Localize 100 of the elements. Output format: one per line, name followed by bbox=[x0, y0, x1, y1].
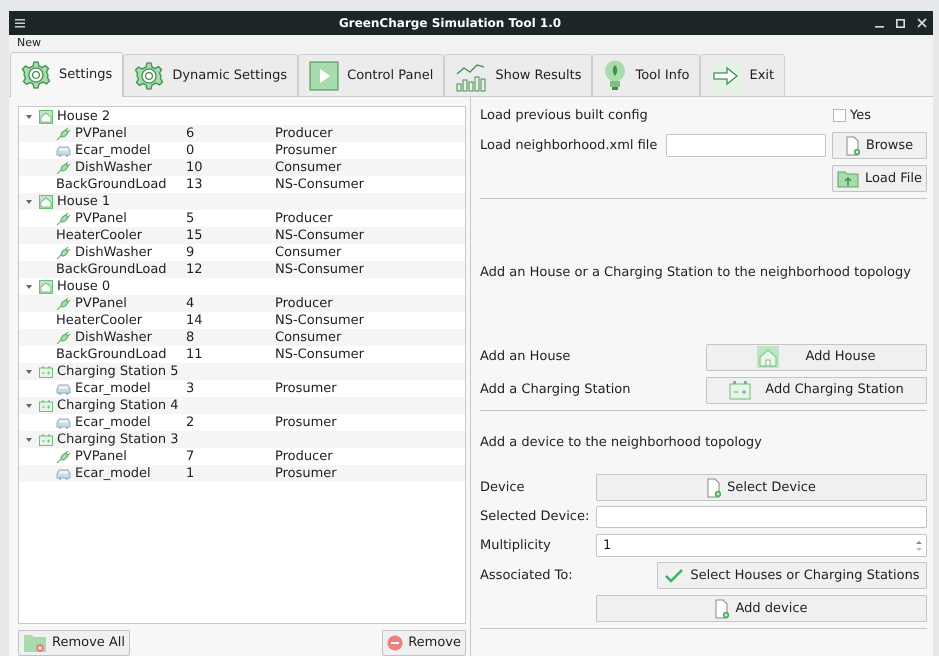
tree-item[interactable]: Ecar_model bbox=[75, 414, 151, 431]
selected-device-label: Selected Device: bbox=[480, 508, 590, 526]
tree-cell: Consumer bbox=[275, 244, 342, 261]
multiplicity-spinbox[interactable]: 1 bbox=[596, 534, 927, 557]
file-label: Load neighborhood.xml file bbox=[480, 136, 658, 155]
add-house-button[interactable]: Add House bbox=[706, 344, 927, 370]
tree-cell-text: 14 bbox=[186, 312, 204, 329]
maximize-icon[interactable] bbox=[896, 18, 905, 28]
folder-icon bbox=[23, 633, 47, 653]
plug-icon bbox=[56, 450, 71, 464]
tab[interactable]: Show Results bbox=[444, 54, 592, 96]
tree-item[interactable]: House 0 bbox=[57, 278, 110, 295]
load-file-button[interactable]: Load File bbox=[832, 165, 927, 192]
tree-cell: Producer bbox=[275, 210, 333, 227]
tree-item[interactable]: PVPanel bbox=[75, 210, 127, 227]
tree-item[interactable]: PVPanel bbox=[75, 295, 127, 312]
yes-checkbox[interactable]: Yes bbox=[833, 106, 927, 126]
tree-cell-text: 7 bbox=[186, 448, 196, 465]
tree-cell: NS-Consumer bbox=[275, 312, 364, 329]
tree-cell: Producer bbox=[275, 295, 333, 312]
tree-cell-text: 6 bbox=[186, 125, 196, 142]
expanded-arrow-icon[interactable] bbox=[25, 282, 33, 290]
tree-cell: NS-Consumer bbox=[275, 261, 364, 278]
tree-cell: Consumer bbox=[275, 159, 342, 176]
play-icon bbox=[309, 60, 340, 90]
plug-icon bbox=[56, 212, 71, 226]
car-icon bbox=[56, 382, 71, 394]
tree-item[interactable]: House 2 bbox=[57, 108, 110, 125]
tree-item[interactable]: DishWasher bbox=[75, 244, 152, 261]
tree-cell: Prosumer bbox=[275, 414, 337, 431]
remove-all-button[interactable]: Remove All bbox=[18, 630, 130, 656]
car-icon bbox=[56, 416, 71, 428]
section-heading: Add an House or a Charging Station to the neighborhood topology bbox=[480, 264, 912, 282]
plug-icon bbox=[56, 126, 71, 140]
minus-icon bbox=[387, 635, 404, 651]
folder-upload-icon bbox=[836, 170, 859, 188]
tree-item[interactable]: BackGroundLoad bbox=[56, 176, 167, 193]
tree-cell: Prosumer bbox=[275, 142, 337, 159]
add-charging-station-button[interactable]: Add Charging Station bbox=[706, 376, 927, 404]
tree-cell: Prosumer bbox=[275, 465, 337, 482]
device-label: Device bbox=[480, 478, 526, 497]
tree-item[interactable]: BackGroundLoad bbox=[56, 261, 167, 278]
tab[interactable]: Exit bbox=[700, 54, 786, 96]
battery-icon bbox=[39, 366, 53, 378]
house-label: Add an House bbox=[480, 348, 570, 366]
select-associations-button[interactable]: Select Houses or Charging Stations bbox=[657, 562, 927, 589]
tree-cell-text: 2 bbox=[186, 414, 196, 431]
tree-cell-text: 1 bbox=[186, 465, 196, 482]
tree-cell: Prosumer bbox=[275, 380, 337, 397]
config-label: Load previous built config bbox=[480, 106, 648, 125]
plug-icon bbox=[56, 160, 71, 174]
tab[interactable]: Dynamic Settings bbox=[123, 54, 298, 96]
car-icon bbox=[56, 468, 71, 480]
tree-item[interactable]: DishWasher bbox=[75, 329, 152, 346]
tree-item[interactable]: Ecar_model bbox=[75, 465, 151, 482]
plug-icon bbox=[56, 330, 71, 344]
tree-item[interactable]: DishWasher bbox=[75, 159, 152, 176]
car-icon bbox=[56, 144, 71, 156]
associated-label: Associated To: bbox=[480, 566, 573, 585]
expanded-arrow-icon[interactable] bbox=[25, 368, 33, 376]
battery-icon bbox=[729, 380, 752, 400]
tree-item[interactable]: HeaterCooler bbox=[56, 227, 142, 244]
tree-item[interactable]: PVPanel bbox=[75, 125, 127, 142]
tree-item[interactable]: House 1 bbox=[57, 193, 110, 210]
menu-item[interactable]: New bbox=[17, 35, 41, 52]
add-device-button[interactable]: Add device bbox=[596, 595, 927, 622]
menu-icon[interactable] bbox=[15, 18, 25, 28]
tree-cell: NS-Consumer bbox=[275, 176, 364, 193]
tab[interactable]: Control Panel bbox=[298, 54, 444, 96]
multiplicity-label: Multiplicity bbox=[480, 536, 552, 555]
tree-cell: Producer bbox=[275, 448, 333, 465]
tree-item[interactable]: Ecar_model bbox=[75, 380, 151, 397]
tree-cell-text: 10 bbox=[186, 159, 204, 176]
document-add-icon bbox=[715, 598, 730, 618]
select-device-button[interactable]: Select Device bbox=[596, 474, 927, 501]
tab[interactable]: Tool Info bbox=[592, 54, 700, 96]
tree-cell-text: 8 bbox=[186, 329, 196, 346]
close-icon[interactable] bbox=[917, 18, 927, 28]
tree-cell: Producer bbox=[275, 125, 333, 142]
expanded-arrow-icon[interactable] bbox=[25, 402, 33, 410]
tree-cell-text: 0 bbox=[186, 142, 196, 159]
tree-cell-text: 9 bbox=[186, 244, 196, 261]
section-heading: Add a device to the neighborhood topology bbox=[480, 434, 763, 452]
file-path-field[interactable] bbox=[666, 134, 826, 157]
tree-item[interactable]: BackGroundLoad bbox=[56, 346, 167, 363]
selected-device-field[interactable] bbox=[596, 506, 927, 528]
browse-button[interactable]: Browse bbox=[832, 132, 927, 159]
expanded-arrow-icon[interactable] bbox=[25, 198, 33, 206]
tree-item[interactable]: Ecar_model bbox=[75, 142, 151, 159]
tab[interactable]: Settings bbox=[10, 52, 124, 97]
expanded-arrow-icon[interactable] bbox=[25, 112, 33, 120]
tree-cell-text: 11 bbox=[186, 346, 204, 363]
tree-item[interactable]: HeaterCooler bbox=[56, 312, 142, 329]
tree-cell-text: 13 bbox=[186, 176, 204, 193]
house-icon bbox=[757, 346, 780, 368]
remove-button[interactable]: Remove bbox=[382, 630, 466, 656]
tree-cell: NS-Consumer bbox=[275, 227, 364, 244]
expanded-arrow-icon[interactable] bbox=[25, 436, 33, 444]
battery-icon bbox=[39, 434, 53, 446]
tree-item[interactable]: PVPanel bbox=[75, 448, 127, 465]
